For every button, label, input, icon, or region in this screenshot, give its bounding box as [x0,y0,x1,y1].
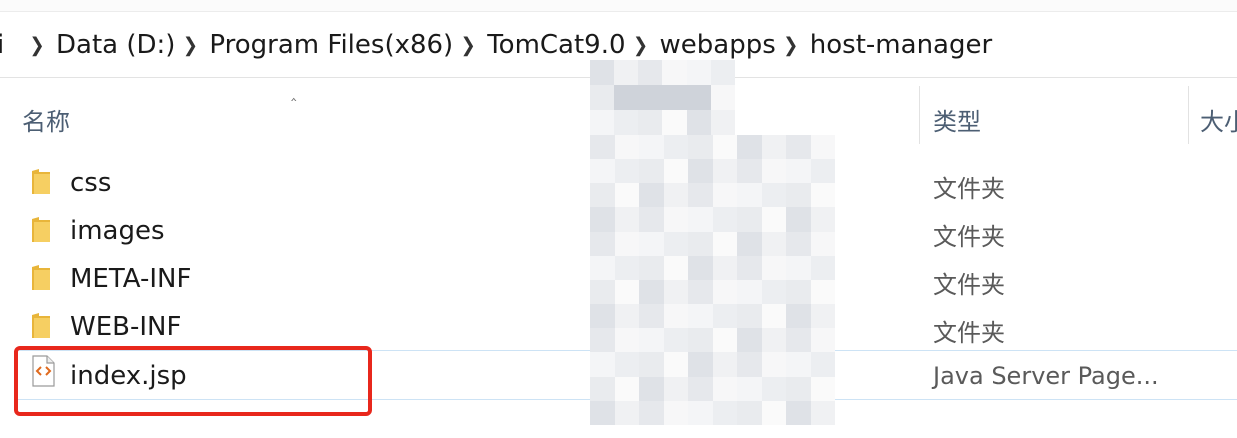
folder-icon [32,217,50,242]
folder-icon [32,313,50,338]
chevron-right-icon[interactable]: ❯ [782,33,800,56]
breadcrumb-item-host-manager[interactable]: host-manager [810,30,992,60]
file-type: 文件夹 [933,175,1005,203]
breadcrumb-item-webapps[interactable]: webapps [660,30,776,60]
breadcrumb: ❯ Data (D:) ❯ Program Files(x86) ❯ TomCa… [22,12,992,78]
column-divider[interactable] [1188,86,1189,144]
file-name: css [70,168,112,198]
pixelated-redaction [590,60,735,135]
file-type: 文件夹 [933,223,1005,251]
folder-icon [32,169,50,194]
pixelated-redaction [590,135,835,425]
file-type: 文件夹 [933,319,1005,347]
file-name: META-INF [70,264,192,294]
chevron-right-icon[interactable]: ❯ [28,33,46,56]
breadcrumb-item-data-drive[interactable]: Data (D:) [56,30,175,60]
file-name: WEB-INF [70,312,182,342]
red-annotation-box [14,346,372,416]
chevron-right-icon[interactable]: ❯ [459,33,477,56]
breadcrumb-edge-fragment: i [0,30,5,60]
breadcrumb-item-tomcat[interactable]: TomCat9.0 [487,30,625,60]
folder-icon [32,265,50,290]
breadcrumb-item-program-files[interactable]: Program Files(x86) [209,30,453,60]
column-header-size[interactable]: 大小 [1200,102,1237,137]
file-type: 文件夹 [933,271,1005,299]
file-name: images [70,216,165,246]
sort-ascending-icon: ‸ [291,82,297,101]
column-divider[interactable] [919,86,920,144]
column-header-name[interactable]: 名称 [22,102,70,137]
chevron-right-icon[interactable]: ❯ [632,33,650,56]
chevron-right-icon[interactable]: ❯ [181,33,199,56]
file-type: Java Server Page... [933,362,1159,390]
column-header-type[interactable]: 类型 [933,102,981,137]
window-top-strip [0,0,1237,12]
